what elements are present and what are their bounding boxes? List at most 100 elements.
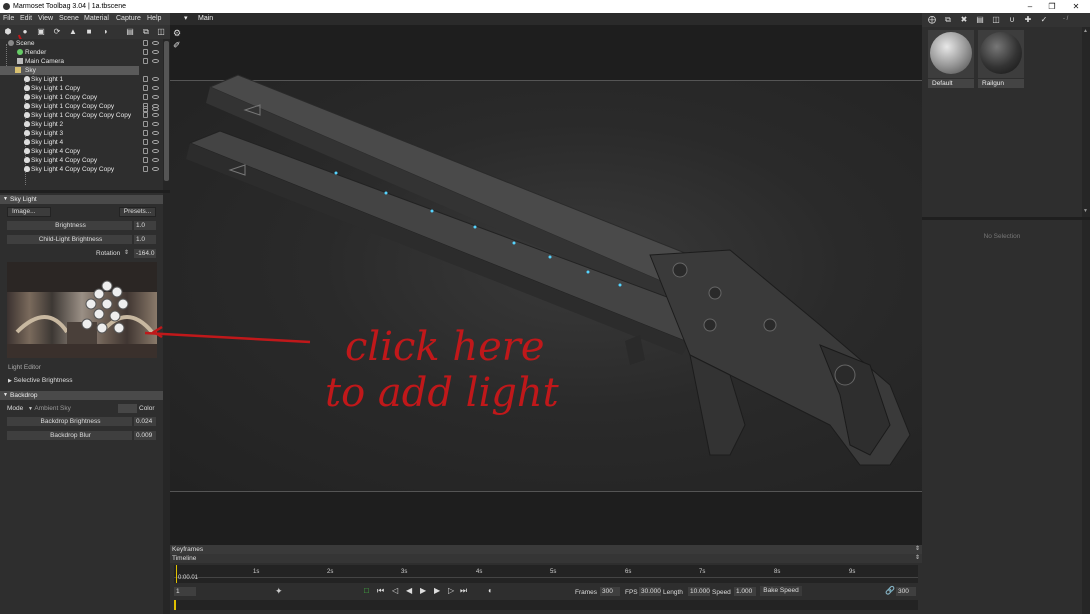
material-properties-scrollbar[interactable] <box>1082 220 1090 614</box>
child-light-brightness-input[interactable]: 1.0 <box>134 235 156 244</box>
collapse-icon[interactable]: ⇕ <box>915 545 920 552</box>
prev-key-icon[interactable]: ◁ <box>392 586 398 595</box>
backdrop-brightness-input[interactable]: 0.024 <box>134 417 156 426</box>
eye-icon[interactable] <box>152 140 159 144</box>
timeline-ruler[interactable]: 0:00.01 1s 2s 3s 4s 5s 6s 7s 8s 9s <box>174 565 918 583</box>
add-sky-icon[interactable]: ◑ <box>101 28 109 36</box>
child-light-brightness-slider[interactable]: Child-Light Brightness <box>7 235 132 244</box>
add-camera-icon[interactable]: ▣ <box>37 28 45 36</box>
lock-icon[interactable] <box>143 58 148 64</box>
menu-material[interactable]: Material <box>84 13 109 25</box>
eye-icon[interactable] <box>152 113 159 117</box>
playback-range-bar[interactable] <box>174 600 918 610</box>
eye-icon[interactable] <box>152 59 159 63</box>
eye-icon[interactable] <box>152 122 159 126</box>
color-swatch[interactable] <box>118 404 137 413</box>
zoom-label[interactable]: - / <box>1063 16 1068 22</box>
backdrop-blur-input[interactable]: 0.009 <box>134 431 156 440</box>
lock-icon[interactable] <box>143 40 148 46</box>
properties-scrollbar[interactable] <box>163 193 170 614</box>
duplicate-material-icon[interactable]: ⧉ <box>944 16 952 24</box>
close-button[interactable]: ✕ <box>1066 0 1086 13</box>
presets-button[interactable]: Presets... <box>119 207 156 217</box>
open-folder-icon[interactable]: ▤ <box>976 16 984 24</box>
menu-view[interactable]: View <box>38 13 53 25</box>
lock-icon[interactable] <box>143 148 148 154</box>
eye-icon[interactable] <box>152 95 159 99</box>
menu-file[interactable]: File <box>3 13 14 25</box>
play-icon[interactable]: ▶ <box>420 586 426 595</box>
eye-icon[interactable] <box>152 149 159 153</box>
rotation-input[interactable]: -164.0 <box>134 249 156 258</box>
add-fog-icon[interactable]: ■ <box>85 28 93 36</box>
playhead[interactable] <box>176 565 177 583</box>
backdrop-blur-slider[interactable]: Backdrop Blur <box>7 431 132 440</box>
lock-icon[interactable] <box>143 85 148 91</box>
timeline-header[interactable]: Timeline <box>170 554 922 563</box>
lock-icon[interactable] <box>143 49 148 55</box>
tree-item-light[interactable]: Sky Light 4 <box>0 138 163 147</box>
tree-item-main-camera[interactable]: Main Camera <box>0 57 163 66</box>
tree-item-light[interactable]: Sky Light 1 Copy <box>0 84 163 93</box>
tree-item-render[interactable]: Render <box>0 48 163 57</box>
brightness-input[interactable]: 1.0 <box>134 221 156 230</box>
material-label-railgun[interactable]: Railgun <box>978 79 1024 88</box>
picker-icon[interactable]: ✚ <box>1024 16 1032 24</box>
eye-icon[interactable] <box>152 86 159 90</box>
fps-input[interactable]: 30.000 <box>639 587 661 596</box>
new-folder-icon[interactable]: ▤ <box>126 28 134 36</box>
key-icon[interactable]: ✦ <box>275 586 283 597</box>
keyframes-header[interactable]: Keyframes <box>170 545 922 554</box>
link-material-icon[interactable]: ∪ <box>1008 16 1016 24</box>
skip-start-icon[interactable]: ⏮ <box>377 586 384 596</box>
lock-icon[interactable] <box>143 103 148 109</box>
tree-item-light[interactable]: Sky Light 1 Copy Copy <box>0 93 163 102</box>
lock-icon[interactable] <box>143 157 148 163</box>
mode-dropdown[interactable]: ▼ Ambient Sky <box>28 404 71 413</box>
frames-input[interactable]: 300 <box>600 587 620 596</box>
backdrop-brightness-slider[interactable]: Backdrop Brightness <box>7 417 132 426</box>
tree-item-light[interactable]: Sky Light 1 Copy Copy Copy Copy <box>0 111 163 120</box>
tree-item-light[interactable]: Sky Light 3 <box>0 129 163 138</box>
speed-input[interactable]: 1.000 <box>734 587 756 596</box>
tree-item-light[interactable]: Sky Light 2 <box>0 120 163 129</box>
new-material-icon[interactable]: ⨁ <box>928 16 936 24</box>
tree-item-light[interactable]: Sky Light 1 <box>0 75 163 84</box>
rotation-spinner-icon[interactable]: ⇕ <box>124 249 129 258</box>
eye-icon[interactable] <box>152 104 159 108</box>
eye-icon[interactable] <box>152 77 159 81</box>
panel-divider[interactable] <box>922 217 1090 220</box>
brightness-slider[interactable]: Brightness <box>7 221 132 230</box>
scroll-down-icon[interactable]: ▼ <box>1083 208 1088 214</box>
material-label-default[interactable]: Default <box>928 79 974 88</box>
tree-item-light[interactable]: Sky Light 1 Copy Copy Copy <box>0 102 163 111</box>
frame-input[interactable]: 1 <box>174 587 196 596</box>
range-start-marker[interactable] <box>174 600 176 610</box>
duplicate-icon[interactable]: ⧉ <box>142 28 150 36</box>
menu-scene[interactable]: Scene <box>59 13 79 25</box>
lock-icon[interactable] <box>143 76 148 82</box>
scroll-up-icon[interactable]: ▲ <box>1083 28 1088 34</box>
delete-icon[interactable]: ◫ <box>157 28 165 36</box>
lock-icon[interactable] <box>143 121 148 127</box>
material-scrollbar[interactable]: ▲ ▼ <box>1082 27 1090 217</box>
copy-material-icon[interactable]: ✖ <box>960 16 968 24</box>
sky-light-header[interactable]: Sky Light <box>0 195 163 204</box>
backdrop-header[interactable]: Backdrop <box>0 391 163 400</box>
image-button[interactable]: Image... <box>7 207 51 217</box>
outliner-scrollbar[interactable] <box>163 39 170 190</box>
next-key-icon[interactable]: ▷ <box>448 586 454 595</box>
step-forward-icon[interactable]: ▶ <box>434 586 440 595</box>
camera-dropdown[interactable]: Main Camera ▾ <box>184 13 223 34</box>
lock-icon[interactable] <box>143 130 148 136</box>
end-frame-input[interactable]: 300 <box>896 587 916 596</box>
link-icon[interactable]: 🔗 <box>885 586 895 595</box>
selective-brightness-toggle[interactable]: ▶ Selective Brightness <box>8 376 73 385</box>
step-back-icon[interactable]: ◀ <box>406 586 412 595</box>
restore-button[interactable]: ❐ <box>1042 0 1062 13</box>
minimize-button[interactable]: – <box>1020 0 1040 13</box>
eye-icon[interactable] <box>152 158 159 162</box>
eye-icon[interactable] <box>152 50 159 54</box>
menu-edit[interactable]: Edit <box>20 13 32 25</box>
skip-end-icon[interactable]: ⏭ <box>460 586 467 596</box>
